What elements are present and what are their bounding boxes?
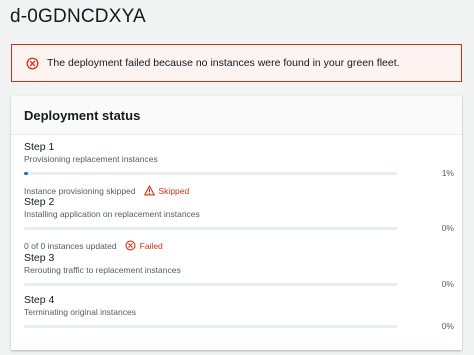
status-detail: 0 of 0 instances updated [24, 240, 117, 251]
progress-percent: 1% [441, 168, 454, 178]
status-label: Skipped [158, 185, 190, 196]
progress-fill [24, 172, 28, 175]
step-name: Step 1 [24, 141, 55, 153]
progress-percent: 0% [441, 279, 454, 289]
step-name: Step 4 [24, 294, 55, 306]
step-4: Step 4 Terminating original instances 0% [24, 294, 454, 332]
progress-track [24, 325, 397, 328]
alert-message: The deployment failed because no instanc… [47, 57, 400, 69]
step-2: Step 2 Installing application on replace… [24, 196, 454, 251]
step-name: Step 3 [24, 252, 55, 264]
status-label: Failed [139, 240, 163, 251]
progress-track [24, 172, 397, 175]
page-title: d-0GDNCDXYA [10, 6, 146, 27]
progress-track [24, 227, 397, 230]
panel-header: Deployment status [11, 96, 462, 135]
step-status: 0 of 0 instances updated Failed [24, 240, 454, 251]
step-description: Rerouting traffic to replacement instanc… [24, 265, 181, 275]
step-description: Installing application on replacement in… [24, 209, 200, 219]
progress-bar: 0% [24, 223, 454, 234]
error-circle-icon [125, 240, 136, 251]
progress-bar: 0% [24, 321, 454, 332]
warning-triangle-icon [143, 185, 155, 196]
status-detail: Instance provisioning skipped [24, 185, 136, 196]
progress-percent: 0% [441, 223, 454, 233]
step-description: Terminating original instances [24, 307, 136, 317]
progress-bar: 0% [24, 279, 454, 290]
error-alert: The deployment failed because no instanc… [11, 44, 462, 82]
step-name: Step 2 [24, 196, 55, 208]
step-description: Provisioning replacement instances [24, 154, 158, 164]
step-status: Instance provisioning skipped Skipped [24, 185, 454, 196]
step-1: Step 1 Provisioning replacement instance… [24, 141, 454, 196]
panel-title: Deployment status [24, 107, 141, 123]
progress-track [24, 283, 397, 286]
error-circle-icon [26, 57, 39, 70]
progress-bar: 1% [24, 168, 454, 179]
step-3: Step 3 Rerouting traffic to replacement … [24, 252, 454, 290]
deployment-status-panel: Deployment status Step 1 Provisioning re… [11, 96, 462, 350]
progress-percent: 0% [441, 321, 454, 331]
